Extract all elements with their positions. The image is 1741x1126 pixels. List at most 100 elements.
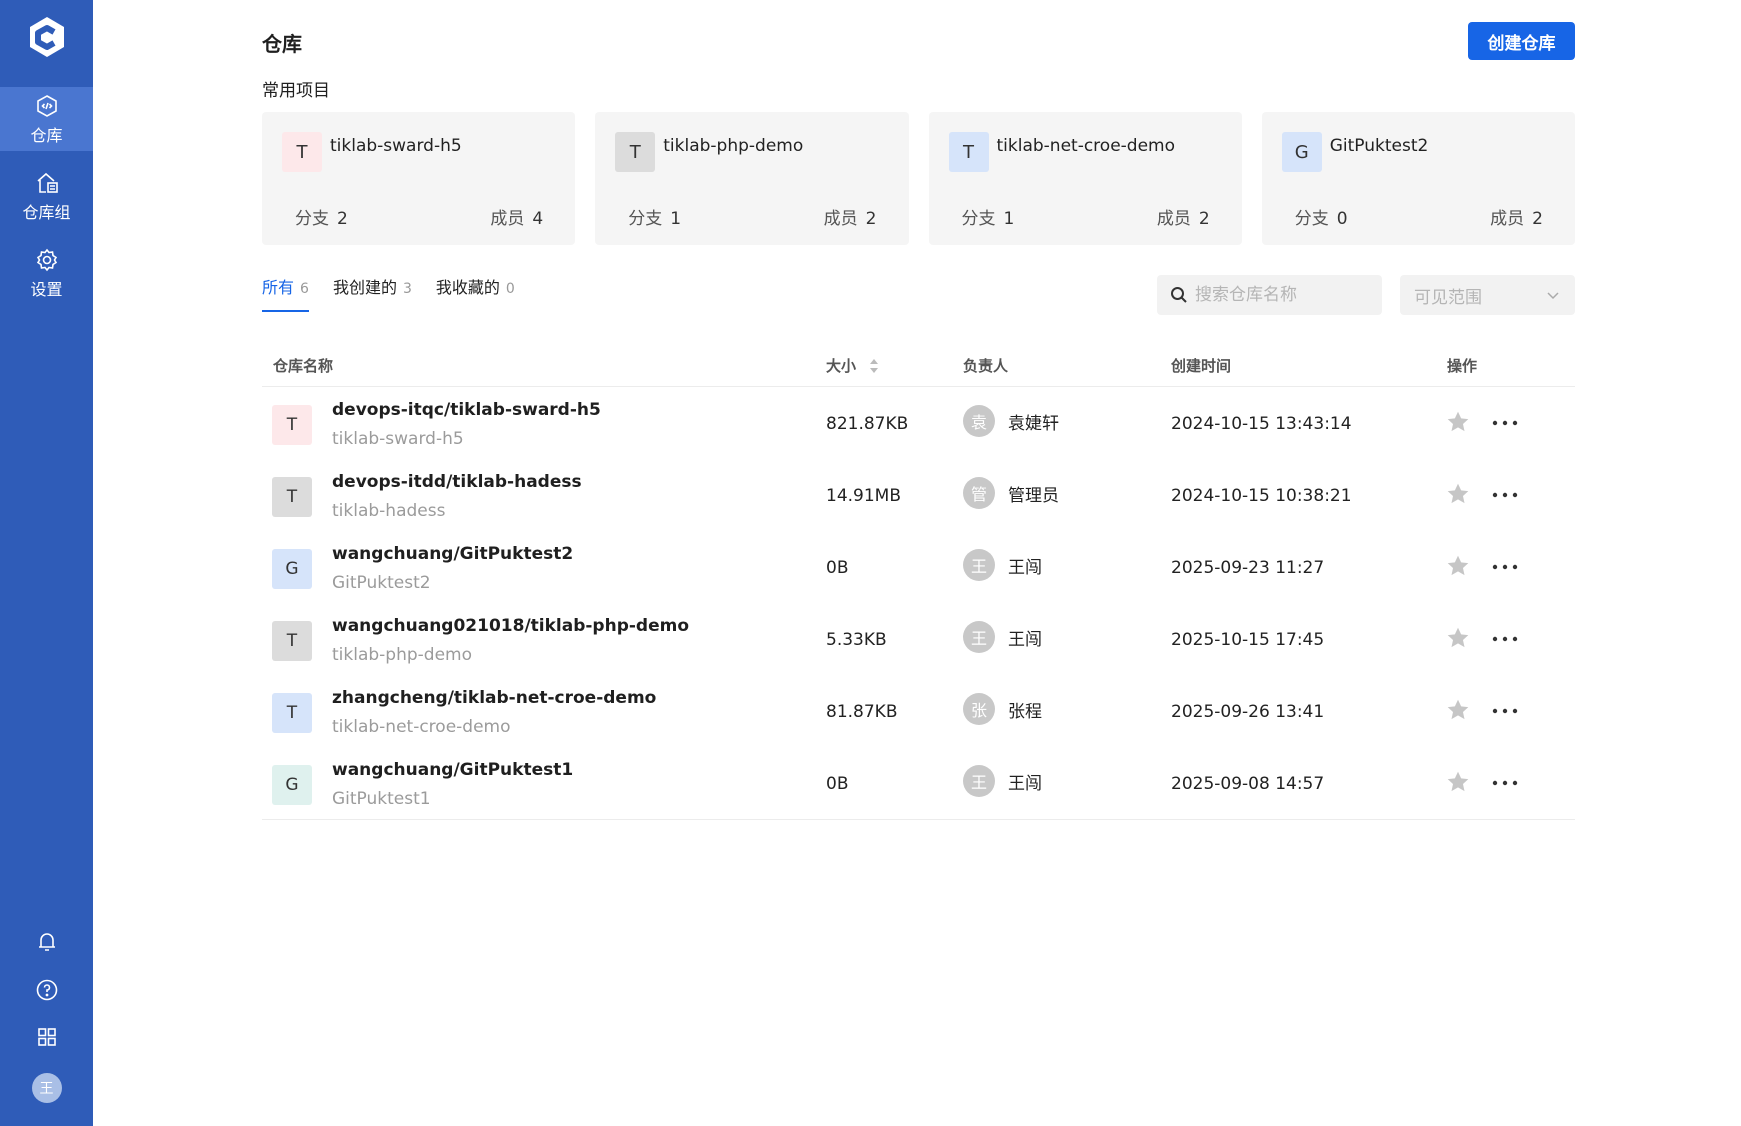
repo-owner: 袁 袁婕轩 [963, 405, 1059, 437]
repo-full-name-link[interactable]: devops-itdd/tiklab-hadess [332, 472, 582, 492]
owner-name: 王闯 [1008, 557, 1042, 578]
notifications-button[interactable] [0, 930, 93, 954]
tab-0[interactable]: 所有 6 [262, 274, 309, 312]
member-label: 成员 [823, 209, 858, 229]
favorite-repo-name: GitPuktest2 [1329, 136, 1429, 156]
repo-initial-icon: T [282, 132, 322, 172]
favorite-card[interactable]: T tiklab-net-croe-demo 分支 1 成员 2 [928, 112, 1242, 245]
owner-avatar: 管 [963, 477, 995, 509]
repo-full-name-link[interactable]: wangchuang/GitPuktest1 [332, 760, 573, 780]
owner-avatar: 王 [963, 621, 995, 653]
repo-size: 0B [826, 558, 849, 578]
repo-owner: 管 管理员 [963, 477, 1059, 509]
repo-initial-icon: T [272, 693, 312, 733]
star-icon[interactable] [1445, 553, 1471, 579]
repo-initial-icon: G [272, 549, 312, 589]
more-options-icon[interactable] [1490, 485, 1520, 505]
owner-name: 袁婕轩 [1008, 413, 1059, 434]
favorite-card[interactable]: T tiklab-sward-h5 分支 2 成员 4 [262, 112, 576, 245]
more-options-icon[interactable] [1490, 773, 1520, 793]
filter-tabs: 所有 6 我创建的 3 我收藏的 0 [262, 274, 515, 312]
member-count: 2 [865, 209, 877, 229]
table-row: T devops-itdd/tiklab-hadess tiklab-hades… [262, 459, 1575, 531]
table-row: T wangchuang021018/tiklab-php-demo tikla… [262, 603, 1575, 675]
repo-initial-icon: G [272, 765, 312, 805]
more-options-icon[interactable] [1490, 629, 1520, 649]
star-icon[interactable] [1445, 409, 1471, 435]
repo-full-name-link[interactable]: wangchuang/GitPuktest2 [332, 544, 573, 564]
repo-full-name-link[interactable]: zhangcheng/tiklab-net-croe-demo [332, 688, 656, 708]
favorite-card[interactable]: T tiklab-php-demo 分支 1 成员 2 [595, 112, 909, 245]
apps-button[interactable] [0, 1025, 93, 1049]
search-box[interactable] [1157, 275, 1382, 315]
more-options-icon[interactable] [1490, 701, 1520, 721]
more-options-icon[interactable] [1490, 413, 1520, 433]
table-header: 仓库名称 大小 负责人 创建时间 操作 [262, 344, 1575, 387]
favorite-branch-count: 分支 2 [295, 204, 348, 229]
favorite-branch-count: 分支 1 [628, 204, 681, 229]
repo-created-time: 2024-10-15 10:38:21 [1171, 486, 1352, 506]
branch-label: 分支 [628, 209, 663, 229]
repo-created-time: 2025-09-26 13:41 [1171, 702, 1325, 722]
repo-owner: 张 张程 [963, 693, 1042, 725]
col-header-size[interactable]: 大小 [826, 355, 879, 376]
sidebar-item-label: 仓库组 [22, 202, 71, 222]
repo-short-name: tiklab-sward-h5 [332, 429, 464, 449]
member-label: 成员 [490, 209, 525, 229]
chevron-down-icon [1547, 292, 1559, 300]
branch-count: 0 [1336, 209, 1348, 229]
repo-size: 5.33KB [826, 630, 887, 650]
repo-full-name-link[interactable]: wangchuang021018/tiklab-php-demo [332, 616, 689, 636]
star-icon[interactable] [1445, 697, 1471, 723]
user-avatar-button[interactable]: 王 [0, 1073, 93, 1103]
favorite-card[interactable]: G GitPuktest2 分支 0 成员 2 [1261, 112, 1575, 245]
branch-label: 分支 [1294, 209, 1329, 229]
favorite-member-count: 成员 2 [1490, 204, 1543, 229]
repo-created-time: 2025-09-08 14:57 [1171, 774, 1325, 794]
more-options-icon[interactable] [1490, 557, 1520, 577]
member-count: 2 [1198, 209, 1210, 229]
create-repo-button[interactable]: 创建仓库 [1468, 22, 1575, 60]
owner-avatar: 王 [963, 765, 995, 797]
owner-avatar: 王 [963, 549, 995, 581]
sidebar-item-repos[interactable]: 仓库 [0, 87, 93, 151]
repo-full-name-link[interactable]: devops-itqc/tiklab-sward-h5 [332, 400, 601, 420]
favorite-repo-name: tiklab-net-croe-demo [996, 136, 1176, 156]
visibility-select[interactable]: 可见范围 [1400, 275, 1575, 315]
favorite-member-count: 成员 4 [490, 204, 543, 229]
table-row: G wangchuang/GitPuktest2 GitPuktest2 0B … [262, 531, 1575, 603]
help-button[interactable] [0, 978, 93, 1002]
repo-size: 14.91MB [826, 486, 901, 506]
repo-short-name: GitPuktest1 [332, 789, 431, 809]
gear-icon [36, 248, 57, 271]
repo-initial-icon: T [272, 405, 312, 445]
search-input[interactable] [1193, 284, 1377, 306]
apps-grid-icon [37, 1028, 56, 1046]
owner-name: 张程 [1008, 701, 1042, 722]
repo-short-name: GitPuktest2 [332, 573, 431, 593]
star-icon[interactable] [1445, 481, 1471, 507]
favorite-repo-name: tiklab-sward-h5 [330, 136, 462, 156]
tab-1[interactable]: 我创建的 3 [333, 274, 412, 312]
col-header-op: 操作 [1447, 356, 1478, 375]
repo-initial-icon: G [1281, 132, 1322, 172]
branch-count: 1 [1003, 209, 1015, 229]
app-logo-icon[interactable] [24, 14, 70, 60]
repo-owner: 王 王闯 [963, 621, 1042, 653]
star-icon[interactable] [1445, 625, 1471, 651]
sidebar-item-settings[interactable]: 设置 [0, 241, 93, 305]
tab-2[interactable]: 我收藏的 0 [436, 274, 515, 312]
repo-created-time: 2025-10-15 17:45 [1171, 630, 1325, 650]
repo-table: 仓库名称 大小 负责人 创建时间 操作 T devops-itqc/tiklab… [262, 344, 1575, 820]
repo-initial-icon: T [948, 132, 989, 172]
branch-label: 分支 [961, 209, 996, 229]
repo-owner: 王 王闯 [963, 765, 1042, 797]
repo-size: 0B [826, 774, 849, 794]
avatar: 王 [31, 1073, 62, 1103]
sidebar: 仓库 仓库组 设置 王 [0, 0, 93, 1126]
star-icon[interactable] [1445, 769, 1471, 795]
favorite-member-count: 成员 2 [824, 204, 877, 229]
branch-label: 分支 [295, 209, 329, 229]
sidebar-item-repo-group[interactable]: 仓库组 [0, 164, 93, 228]
repo-initial-icon: T [272, 621, 312, 661]
